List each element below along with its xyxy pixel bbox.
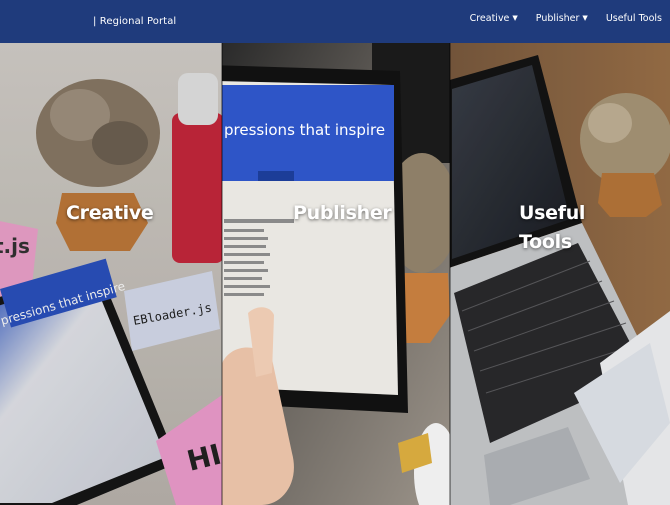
nav-label-useful-tools: Useful Tools: [605, 13, 662, 24]
publisher-photo: pressions that inspire: [222, 43, 450, 505]
panel-creative[interactable]: EBloader.js pressions that inspire HI t.…: [0, 43, 222, 505]
panel-divider: [221, 43, 223, 505]
panel-divider: [449, 43, 451, 505]
brand-title[interactable]: | Regional Portal: [93, 16, 176, 27]
nav-item-creative[interactable]: Creative ▼: [470, 13, 518, 24]
hero-panels: EBloader.js pressions that inspire HI t.…: [0, 43, 670, 505]
panel-publisher[interactable]: pressions that inspire Publisher: [222, 43, 450, 505]
panel-useful-tools[interactable]: Useful Tools: [450, 43, 670, 505]
creative-photo: EBloader.js pressions that inspire HI t.…: [0, 43, 222, 505]
nav-item-useful-tools[interactable]: Useful Tools: [606, 13, 662, 24]
useful-tools-photo: [450, 43, 670, 505]
chevron-down-icon: ▼: [512, 14, 518, 22]
top-nav-bar: | Regional Portal Creative ▼ Publisher ▼…: [0, 0, 670, 43]
svg-text:pressions that inspire: pressions that inspire: [224, 121, 385, 139]
chevron-down-icon: ▼: [582, 14, 588, 22]
panel-title-creative: Creative: [66, 202, 154, 224]
nav-label-publisher: Publisher: [535, 13, 580, 24]
panel-title-useful-tools: Useful Tools: [519, 202, 586, 253]
nav-label-creative: Creative: [469, 13, 510, 24]
main-nav: Creative ▼ Publisher ▼ Useful Tools: [470, 13, 662, 24]
nav-item-publisher[interactable]: Publisher ▼: [536, 13, 588, 24]
panel-title-publisher: Publisher: [293, 202, 392, 224]
